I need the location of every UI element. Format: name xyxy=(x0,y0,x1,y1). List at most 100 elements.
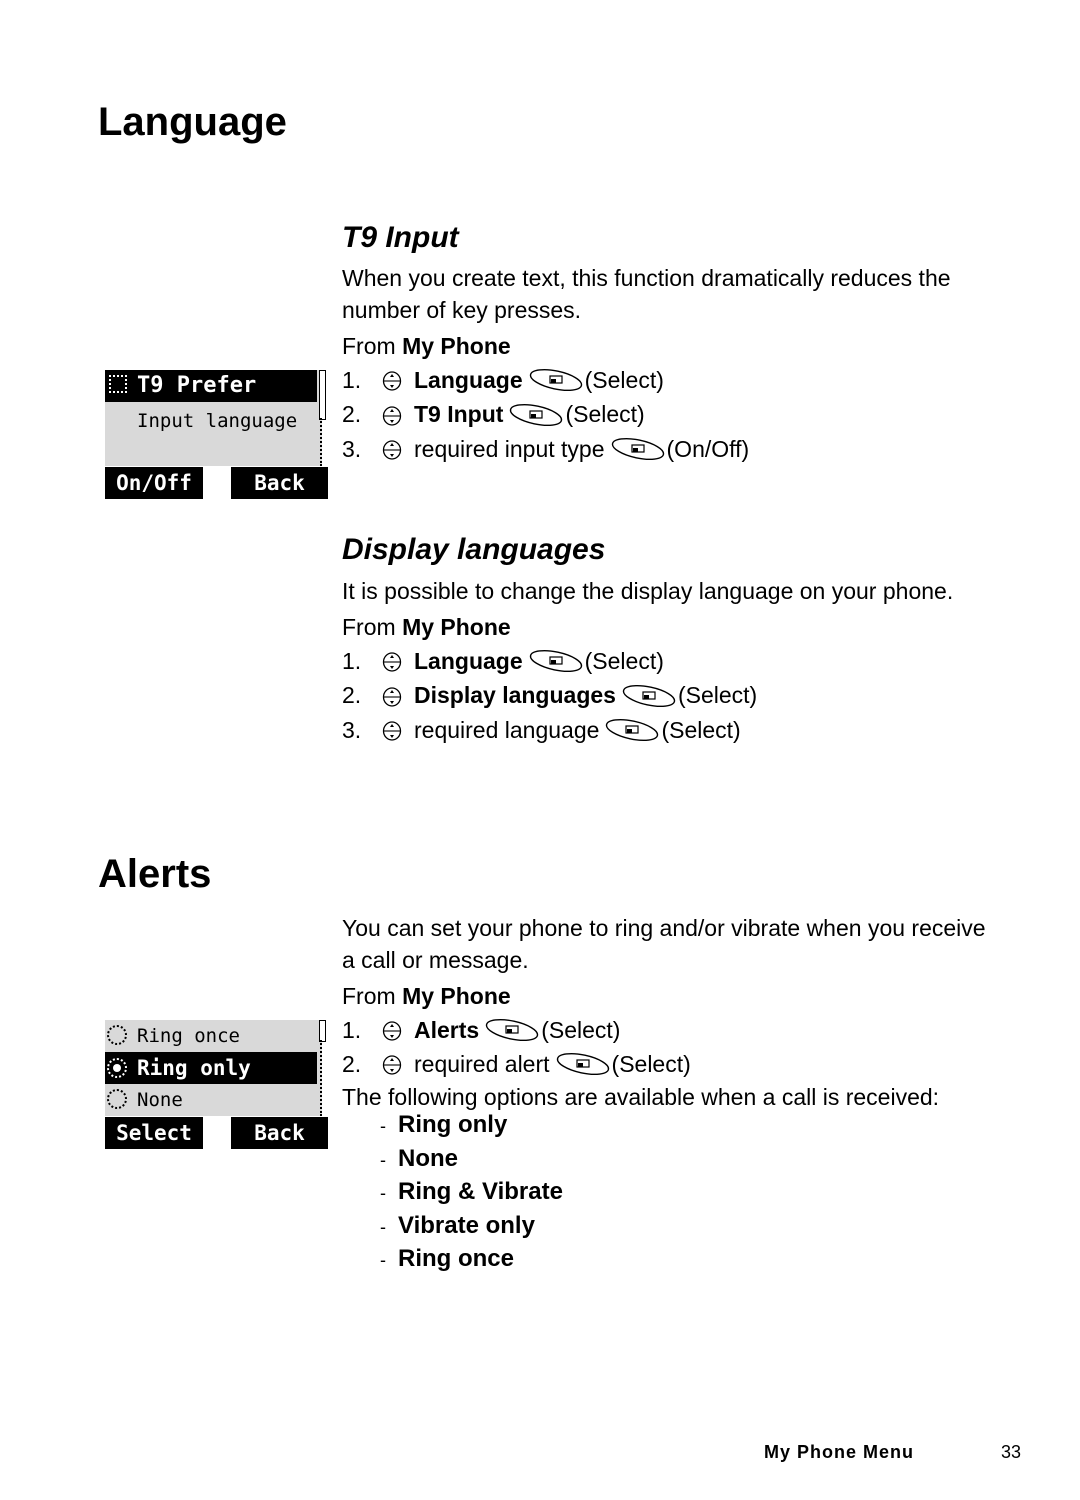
alerts-from-line: From My Phone xyxy=(342,980,511,1012)
step-action: (Select) xyxy=(565,401,645,427)
step-number: 3. xyxy=(342,716,362,743)
alert-option-label: Ring & Vibrate xyxy=(398,1178,563,1205)
step-number: 1. xyxy=(342,1016,362,1043)
step-item: 3. required language (Select) xyxy=(342,713,741,747)
alert-option: - Ring & Vibrate xyxy=(380,1176,563,1210)
step-text: required input type xyxy=(414,435,605,462)
select-softkey-icon xyxy=(529,648,585,674)
radio-empty-icon xyxy=(107,1089,127,1109)
scrollbar-track xyxy=(320,1040,325,1116)
step-number: 2. xyxy=(342,1050,362,1077)
phone-screen-t9: T9 Prefer Input language On/Off Back xyxy=(105,370,328,499)
step-item: 2. Display languages (Select) xyxy=(342,679,757,713)
step-action: (On/Off) xyxy=(666,435,750,462)
bullet-dash: - xyxy=(380,1149,386,1170)
screen-list-item[interactable]: Ring once xyxy=(105,1020,317,1052)
alert-option-label: Ring once xyxy=(398,1245,515,1272)
step-number: 2. xyxy=(342,401,362,427)
step-item: 1. Language (Select) xyxy=(342,363,664,397)
step-action: (Select) xyxy=(677,682,758,708)
alerts-options-list: - Ring only - None - Ring & Vibrate - Vibrate o… xyxy=(380,1109,563,1277)
screen-list-item-label: None xyxy=(137,1089,183,1111)
screen-list-item-label: Ring only xyxy=(137,1056,251,1080)
radio-empty-icon xyxy=(107,1025,127,1045)
alert-option-label: Ring only xyxy=(398,1111,508,1138)
step-action: (Select) xyxy=(584,366,664,393)
from-menu: My Phone xyxy=(402,614,511,640)
softkey-left[interactable]: On/Off xyxy=(105,467,203,499)
from-label: From xyxy=(342,614,396,640)
bullet-dash: - xyxy=(380,1183,386,1203)
step-item: 3. required input type (On/Off) xyxy=(342,432,749,466)
screen-line: Input language xyxy=(137,410,298,432)
step-item: 1. Alerts (Select) xyxy=(342,1013,620,1047)
display-description: It is possible to change the display lan… xyxy=(342,578,954,604)
bullet-dash: - xyxy=(380,1116,386,1136)
radio-selected-icon xyxy=(107,1058,127,1078)
alert-option-label: None xyxy=(398,1144,458,1172)
from-menu: My Phone xyxy=(402,983,511,1009)
step-number: 2. xyxy=(342,682,362,708)
step-item: 2. required alert (Select) xyxy=(342,1047,691,1081)
navigation-key-icon xyxy=(382,1054,402,1075)
select-softkey-icon xyxy=(509,402,565,428)
step-number: 1. xyxy=(342,366,362,393)
softkey-left[interactable]: Select xyxy=(105,1117,203,1149)
display-from-line: From My Phone xyxy=(342,611,511,643)
subheading-t9-input: T9 Input xyxy=(342,221,459,254)
navigation-key-icon xyxy=(382,405,402,426)
select-softkey-icon xyxy=(611,436,667,462)
scroll-thumb xyxy=(319,1020,326,1042)
screen-list-item-label: Ring once xyxy=(137,1025,240,1047)
select-softkey-icon xyxy=(529,367,585,393)
section-title-alerts: Alerts xyxy=(98,852,212,896)
navigation-key-icon xyxy=(382,686,402,707)
footer-section-name: My Phone Menu xyxy=(764,1442,915,1462)
alert-option: - Ring once xyxy=(380,1243,563,1277)
t9-from-line: From My Phone xyxy=(342,330,511,362)
phone-screen-alerts: Ring once Ring only None Select Back xyxy=(105,1020,328,1149)
scroll-thumb xyxy=(319,370,326,420)
from-label: From xyxy=(342,983,396,1009)
step-text: required language xyxy=(414,716,600,743)
scrollbar-track xyxy=(320,418,325,466)
step-menu-item: Language xyxy=(414,647,523,674)
alert-option-label: Vibrate only xyxy=(398,1211,535,1239)
navigation-key-icon xyxy=(382,370,402,391)
alerts-description: You can set your phone to ring and/or vi… xyxy=(342,915,986,973)
navigation-key-icon xyxy=(382,651,402,672)
step-text: required alert xyxy=(414,1050,550,1077)
step-number: 1. xyxy=(342,647,362,674)
alert-option: - None xyxy=(380,1143,563,1177)
step-number: 3. xyxy=(342,435,362,462)
step-menu-item: Language xyxy=(414,366,523,393)
navigation-key-icon xyxy=(382,1020,402,1041)
step-menu-item: T9 Input xyxy=(414,401,504,427)
step-action: (Select) xyxy=(661,716,741,743)
from-menu: My Phone xyxy=(402,333,511,359)
screen-list-item[interactable]: None xyxy=(105,1084,317,1116)
navigation-key-icon xyxy=(382,720,402,741)
t9-description: When you create text, this function dram… xyxy=(342,265,951,323)
step-menu-item: Alerts xyxy=(414,1016,480,1043)
subheading-display-languages: Display languages xyxy=(342,533,606,566)
screen-title-bar: T9 Prefer xyxy=(105,370,317,402)
screen-title: T9 Prefer xyxy=(137,373,257,398)
bullet-dash: - xyxy=(380,1216,386,1237)
from-label: From xyxy=(342,333,396,359)
softkey-right[interactable]: Back xyxy=(231,467,328,499)
select-softkey-icon xyxy=(485,1017,541,1043)
step-action: (Select) xyxy=(611,1050,691,1077)
navigation-key-icon xyxy=(382,439,402,460)
dotted-box-icon xyxy=(109,375,127,393)
screen-list-item-selected[interactable]: Ring only xyxy=(105,1052,317,1084)
select-softkey-icon xyxy=(556,1051,612,1077)
select-softkey-icon xyxy=(622,683,678,709)
page-number: 33 xyxy=(1001,1442,1022,1462)
select-softkey-icon xyxy=(605,717,661,743)
bullet-dash: - xyxy=(380,1250,386,1270)
step-action: (Select) xyxy=(584,647,664,674)
alert-option: - Ring only xyxy=(380,1109,563,1143)
softkey-right[interactable]: Back xyxy=(231,1117,328,1149)
step-item: 1. Language (Select) xyxy=(342,644,664,678)
